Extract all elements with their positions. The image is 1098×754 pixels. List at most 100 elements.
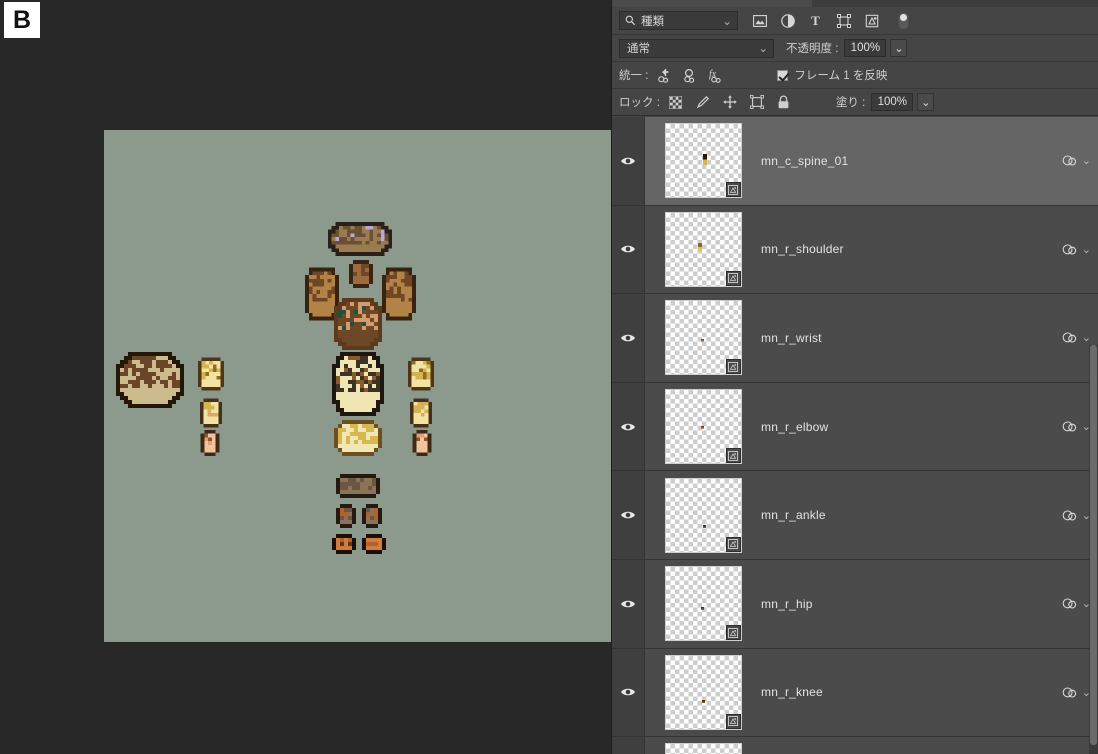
filter-adjustment-layers-icon[interactable]: [779, 12, 796, 29]
layer-thumbnail[interactable]: [664, 566, 742, 642]
layer-effects-icon[interactable]: [1062, 420, 1078, 434]
layer-thumbnail[interactable]: [664, 123, 742, 199]
layer-visibility-cell[interactable]: [612, 117, 645, 205]
document-canvas[interactable]: [104, 130, 612, 642]
layer-effects-icon[interactable]: [1062, 685, 1078, 699]
opacity-input[interactable]: 100%: [844, 39, 887, 57]
fill-input[interactable]: 100%: [871, 93, 914, 111]
layer-thumbnail-cell[interactable]: [645, 389, 761, 465]
layer-visibility-eye-icon[interactable]: [620, 421, 636, 432]
layer-effects-icon[interactable]: [1062, 154, 1078, 168]
filter-enable-toggle[interactable]: [898, 11, 909, 30]
sprite-part-left-wrist: [200, 430, 220, 456]
filter-type-buttons: T: [751, 12, 880, 29]
layer-row[interactable]: mn_r_wrist ⌄: [612, 294, 1098, 383]
layer-effects-cell: ⌄: [1047, 331, 1098, 345]
layer-row[interactable]: mn_r_ankle ⌄: [612, 471, 1098, 560]
layer-name[interactable]: mn_r_elbow: [761, 420, 1047, 434]
filter-type-layers-icon[interactable]: T: [807, 12, 824, 29]
fill-stepper-chevron[interactable]: ⌄: [917, 93, 935, 111]
layer-visibility-eye-icon[interactable]: [620, 332, 636, 343]
layer-visibility-cell[interactable]: [612, 648, 645, 737]
layer-effects-icon[interactable]: [1062, 331, 1078, 345]
layer-thumbnail[interactable]: [664, 654, 742, 730]
filter-shape-layers-icon[interactable]: [835, 12, 852, 29]
layer-list-scrollbar[interactable]: [1089, 345, 1098, 754]
layer-name[interactable]: mn_r_knee: [761, 685, 1047, 699]
panel-tab-strip[interactable]: [612, 0, 1098, 7]
smart-object-badge-icon: [725, 625, 741, 641]
layer-visibility-eye-icon[interactable]: [620, 598, 636, 609]
layer-thumbnail-cell[interactable]: [645, 477, 761, 553]
layer-thumbnail-cell[interactable]: [645, 743, 761, 754]
opacity-label: 不透明度 :: [786, 43, 839, 55]
blend-mode-dropdown[interactable]: 通常 ⌄: [619, 38, 774, 58]
layer-thumbnail-cell[interactable]: [645, 654, 761, 730]
chevron-down-icon[interactable]: ⌄: [1082, 243, 1091, 256]
unify-position-icon[interactable]: [656, 67, 673, 84]
panel-tab-active[interactable]: [612, 0, 812, 7]
lock-transparent-pixels-icon[interactable]: [668, 94, 684, 110]
filter-pixel-layers-icon[interactable]: [751, 12, 768, 29]
unify-visibility-icon[interactable]: [682, 67, 699, 84]
lock-buttons: [668, 94, 792, 110]
propagate-frame-checkbox[interactable]: [777, 69, 789, 81]
layer-row[interactable]: mn_c_spine_01 ⌄: [612, 117, 1098, 206]
layer-thumbnail[interactable]: [664, 477, 742, 553]
layer-effects-cell: ⌄: [1047, 242, 1098, 256]
layer-name[interactable]: mn_r_hip: [761, 597, 1047, 611]
chevron-down-icon[interactable]: ⌄: [1082, 154, 1091, 167]
lock-label: ロック :: [619, 97, 660, 109]
layer-visibility-cell[interactable]: [612, 382, 645, 471]
smart-object-badge-icon: [725, 182, 741, 198]
lock-all-icon[interactable]: [776, 94, 792, 110]
sprite-part-hair-center: [349, 260, 373, 288]
layer-thumbnail-cell[interactable]: [645, 211, 761, 287]
layer-visibility-eye-icon[interactable]: [620, 687, 636, 698]
layer-visibility-cell[interactable]: [612, 294, 645, 382]
layer-row[interactable]: mn_r_hip ⌄: [612, 559, 1098, 649]
layer-name[interactable]: mn_c_spine_01: [761, 154, 1047, 168]
layer-thumbnail[interactable]: [664, 300, 742, 376]
unify-style-icon[interactable]: fx: [708, 67, 725, 84]
layer-row[interactable]: mn_r_elbow ⌄: [612, 382, 1098, 472]
layer-list[interactable]: mn_c_spine_01 ⌄ mn_r_shoulder ⌄ mn_r_wrist ⌄ m…: [612, 117, 1098, 754]
layer-thumbnail[interactable]: [664, 211, 742, 287]
layer-thumbnail[interactable]: [664, 743, 742, 754]
filter-type-dropdown[interactable]: 種類 ⌄: [619, 11, 738, 30]
lock-image-pixels-icon[interactable]: [695, 94, 711, 110]
panel-tab-inactive[interactable]: [812, 0, 1098, 7]
layer-visibility-cell[interactable]: [612, 559, 645, 648]
unify-buttons: fx: [656, 67, 725, 84]
layer-visibility-eye-icon[interactable]: [620, 510, 636, 521]
layer-name[interactable]: mn_r_shoulder: [761, 242, 1047, 256]
layer-thumbnail-cell[interactable]: [645, 123, 761, 199]
layer-visibility-cell[interactable]: [612, 737, 645, 754]
scrollbar-thumb[interactable]: [1090, 345, 1097, 745]
layer-effects-icon[interactable]: [1062, 242, 1078, 256]
layer-thumbnail-cell[interactable]: [645, 566, 761, 642]
layer-name[interactable]: mn_r_wrist: [761, 331, 1047, 345]
layer-effects-icon[interactable]: [1062, 508, 1078, 522]
layer-thumbnail[interactable]: [664, 389, 742, 465]
layers-panel: 種類 ⌄ T 通常 ⌄ 不透明度: 100% ⌄ 統一: fx フレーム 1…: [611, 0, 1098, 754]
opacity-stepper-chevron[interactable]: ⌄: [890, 39, 908, 57]
lock-position-icon[interactable]: [722, 94, 738, 110]
filter-smart-object-icon[interactable]: [863, 12, 880, 29]
layer-visibility-cell[interactable]: [612, 471, 645, 559]
layer-row[interactable]: ⌄: [612, 737, 1098, 754]
sprite-part-skirt: [334, 420, 382, 456]
layer-name[interactable]: mn_r_ankle: [761, 508, 1047, 522]
layer-visibility-eye-icon[interactable]: [620, 155, 636, 166]
lock-artboard-nesting-icon[interactable]: [749, 94, 765, 110]
document-badge: B: [4, 2, 40, 38]
layer-visibility-cell[interactable]: [612, 205, 645, 294]
layer-effects-icon[interactable]: [1062, 597, 1078, 611]
layer-row[interactable]: mn_r_shoulder ⌄: [612, 205, 1098, 295]
layer-visibility-eye-icon[interactable]: [620, 244, 636, 255]
search-icon: [625, 15, 636, 26]
layer-thumbnail-cell[interactable]: [645, 300, 761, 376]
chevron-down-icon[interactable]: ⌄: [1082, 331, 1091, 344]
layer-row[interactable]: mn_r_knee ⌄: [612, 648, 1098, 738]
propagate-frame-checkbox-group[interactable]: フレーム 1 を反映: [777, 67, 887, 83]
